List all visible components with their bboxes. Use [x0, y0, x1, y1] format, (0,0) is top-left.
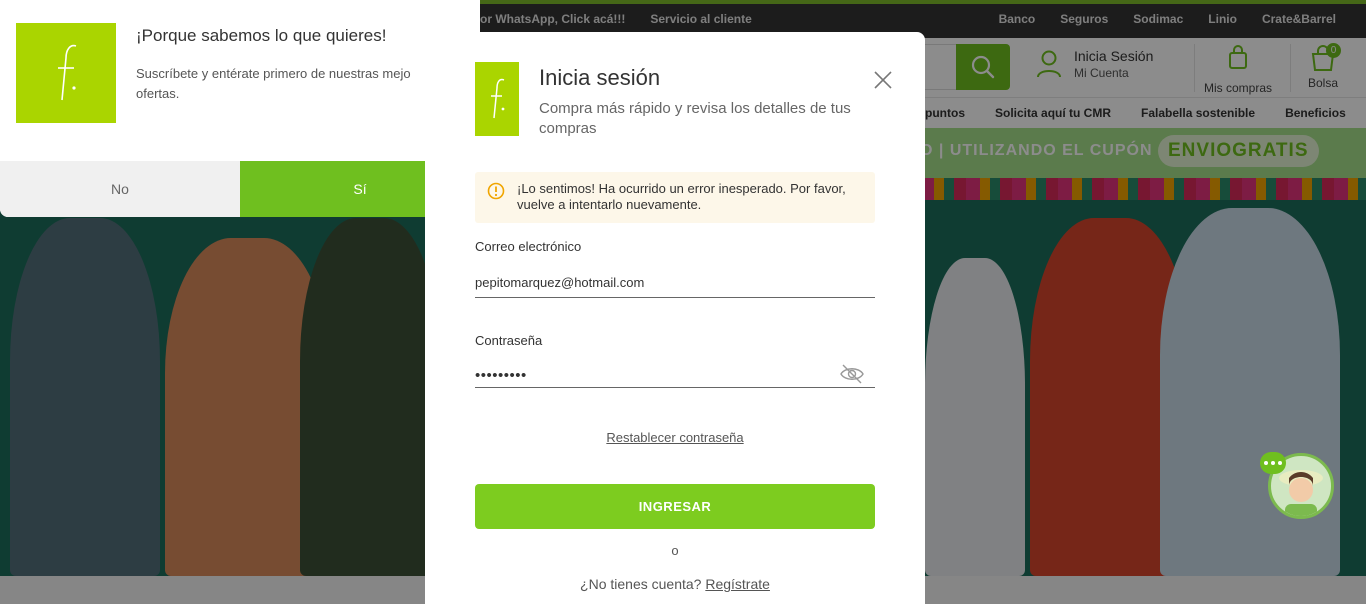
falabella-logo	[475, 62, 519, 136]
eye-off-icon	[840, 364, 864, 384]
error-message: ¡Lo sentimos! Ha ocurrido un error inesp…	[517, 181, 846, 212]
error-alert: ¡Lo sentimos! Ha ocurrido un error inesp…	[475, 172, 875, 223]
login-modal: Inicia sesión Compra más rápido y revisa…	[425, 32, 925, 604]
modal-title: Inicia sesión	[539, 65, 661, 90]
popup-title: ¡Porque sabemos lo que quieres!	[136, 26, 387, 45]
reset-password-link[interactable]: Restablecer contraseña	[425, 430, 925, 445]
falabella-logo	[16, 23, 116, 123]
no-account-text: ¿No tienes cuenta?	[580, 576, 702, 592]
popup-body-line: ofertas.	[136, 86, 180, 101]
email-field[interactable]	[475, 268, 875, 298]
close-button[interactable]	[869, 66, 897, 94]
password-field[interactable]	[475, 358, 875, 388]
toggle-password-visibility[interactable]	[839, 362, 865, 391]
popup-body-line: Suscríbete y entérate primero de nuestra…	[136, 66, 411, 81]
password-label: Contraseña	[475, 333, 543, 348]
password-value: •••••••••	[475, 367, 527, 384]
subscription-popup: ¡Porque sabemos lo que quieres! Suscríbe…	[0, 0, 480, 217]
email-label: Correo electrónico	[475, 239, 582, 254]
modal-subtitle: Compra más rápido y revisa los detalles …	[539, 100, 851, 137]
falabella-logo-icon	[491, 78, 505, 119]
popup-body: Suscríbete y entérate primero de nuestra…	[136, 64, 466, 104]
close-icon	[874, 71, 892, 89]
signup-prompt: ¿No tienes cuenta? Regístrate	[425, 576, 925, 592]
register-link[interactable]: Regístrate	[705, 576, 770, 592]
login-submit-button[interactable]: INGRESAR	[475, 484, 875, 529]
chat-icon[interactable]	[1260, 452, 1286, 474]
or-separator: o	[671, 543, 679, 558]
warning-icon	[487, 182, 505, 200]
decline-button[interactable]: No	[0, 161, 240, 217]
falabella-logo-icon	[58, 44, 77, 101]
